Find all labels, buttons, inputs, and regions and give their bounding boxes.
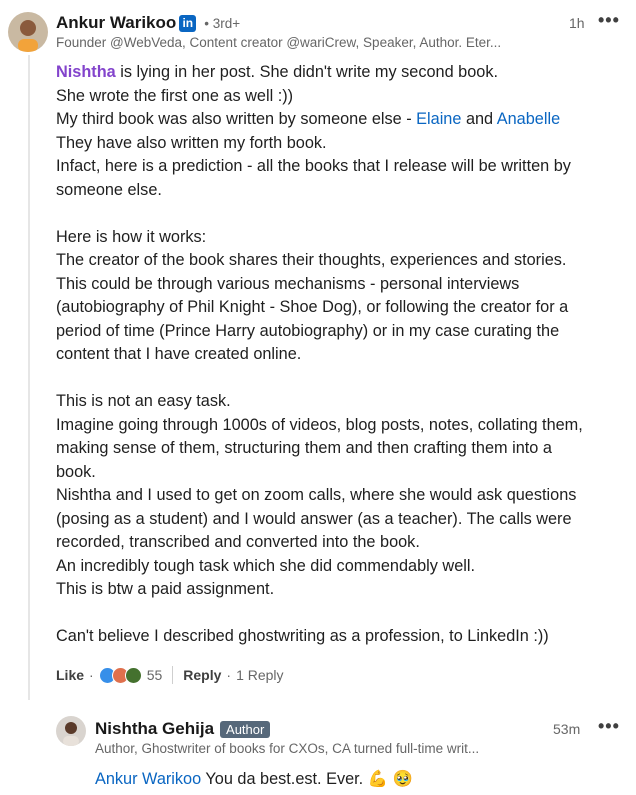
body-line: The creator of the book shares their tho… [56, 251, 567, 269]
reply-count[interactable]: 1 Reply [236, 667, 283, 683]
mention-elaine[interactable]: Elaine [416, 110, 461, 128]
reply-body: Ankur Warikoo You da best.est. Ever. 💪 🥹 [95, 768, 413, 792]
body-line: content that I have created online. [56, 345, 302, 363]
reply-more-options-icon[interactable]: ••• [598, 716, 620, 737]
reply-avatar-image [56, 716, 86, 746]
mention-ankur[interactable]: Ankur Warikoo [95, 770, 201, 788]
body-line: Can't believe I described ghostwriting a… [56, 627, 549, 645]
reaction-count[interactable]: 55 [147, 667, 163, 683]
body-line: This is not an easy task. [56, 392, 231, 410]
avatar[interactable] [8, 12, 48, 52]
comment-time: 1h [569, 15, 585, 31]
body-line: (autobiography of Phil Knight - Shoe Dog… [56, 298, 569, 316]
reply-time: 53m [553, 721, 581, 737]
body-line: period of time (Prince Harry autobiograp… [56, 321, 560, 340]
like-button[interactable]: Like [56, 667, 84, 683]
reply-text: You da best.est. Ever. 💪 🥹 [201, 770, 413, 788]
body-line: recorded, transcribed and converted into… [56, 533, 420, 551]
reply-avatar[interactable] [56, 716, 86, 746]
divider [172, 666, 174, 684]
body-line: My third book was also written by someon… [56, 110, 561, 128]
mention-nishtha[interactable]: Nishtha [56, 63, 116, 81]
reactions-icons[interactable] [98, 666, 142, 684]
reply-headline: Author, Ghostwriter of books for CXOs, C… [95, 741, 480, 756]
linkedin-icon: in [179, 14, 197, 32]
body-line: She wrote the first one as well :)) [56, 86, 294, 105]
body-line: Infact, here is a prediction - all the b… [56, 157, 571, 175]
avatar-image [8, 12, 48, 52]
body-line: Nishtha is lying in her post. She didn't… [56, 63, 499, 81]
separator: · [226, 667, 232, 683]
body-line: Imagine going through 1000s of videos, b… [56, 415, 583, 434]
author-badge: Author [220, 720, 271, 738]
body-line: An incredibly tough task which she did c… [56, 556, 476, 575]
body-line: This could be through various mechanisms… [56, 274, 520, 293]
more-options-icon[interactable]: ••• [598, 10, 620, 31]
body-line: someone else. [56, 180, 162, 199]
reply-button[interactable]: Reply [183, 667, 221, 683]
body-line: This is btw a paid assignment. [56, 580, 275, 598]
body-line: making sense of them, structuring them a… [56, 439, 552, 457]
comment-author-row: Ankur Warikoo in • 3rd+ [56, 13, 240, 33]
body-line: Here is how it works: [56, 227, 207, 246]
comment-actions: Like · 55 Reply · 1 Reply [56, 666, 284, 684]
body-line: (posing as a student) and I would answer… [56, 509, 572, 528]
author-name[interactable]: Ankur Warikoo [56, 13, 176, 33]
connection-degree: • 3rd+ [204, 15, 241, 31]
body-line: Nishtha and I used to get on zoom calls,… [56, 486, 577, 504]
body-line: book. [56, 462, 96, 481]
separator: · [89, 667, 94, 683]
thread-line [28, 55, 30, 700]
reply-author-name[interactable]: Nishtha Gehija [95, 719, 214, 739]
comment-body: Nishtha is lying in her post. She didn't… [56, 61, 583, 649]
celebrate-reaction-icon [124, 666, 142, 684]
author-headline: Founder @WebVeda, Content creator @wariC… [56, 35, 502, 50]
reply-author-row: Nishtha Gehija Author [95, 719, 271, 739]
body-line: They have also written my forth book. [56, 133, 327, 152]
mention-anabelle[interactable]: Anabelle [497, 110, 560, 128]
